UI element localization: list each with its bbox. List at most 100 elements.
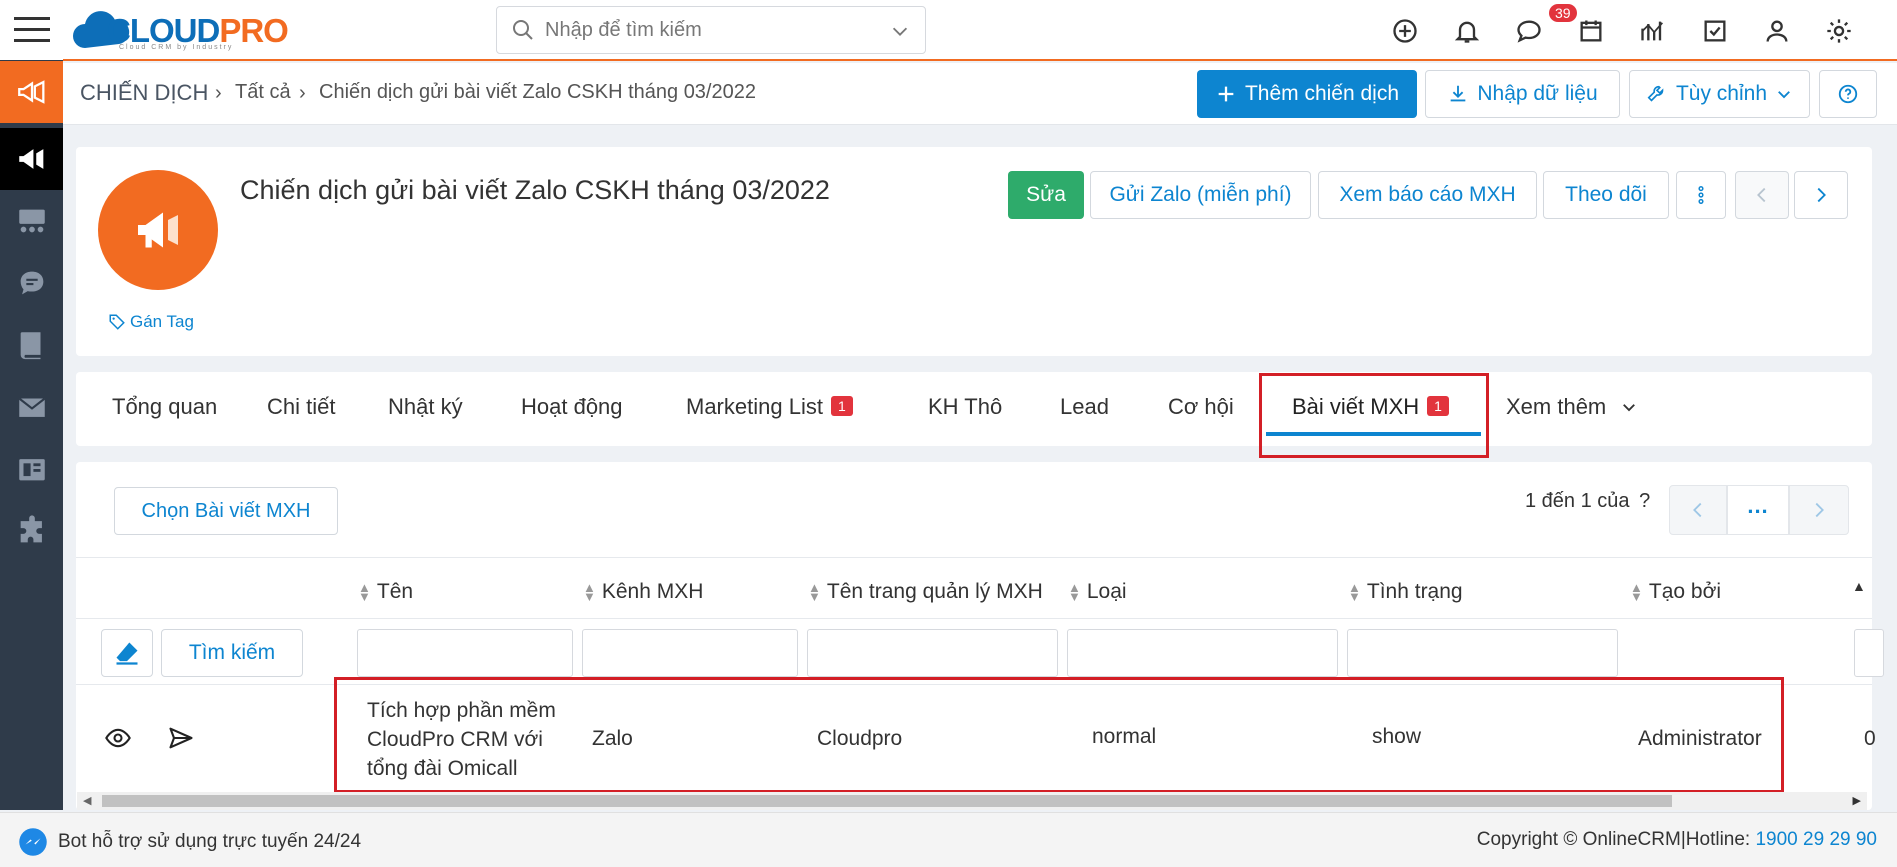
chevron-right-icon (1817, 187, 1826, 203)
tab-log[interactable]: Nhật ký (388, 394, 463, 420)
support-bot-link[interactable]: Bot hỗ trợ sử dụng trực tuyến 24/24 (18, 827, 361, 857)
customize-button[interactable]: Tùy chỉnh (1629, 70, 1810, 118)
breadcrumb-separator: › (215, 82, 222, 104)
tab-marketing-list[interactable]: Marketing List 1 (686, 394, 853, 420)
sidebar-item-phone[interactable] (0, 438, 63, 500)
filter-overflow-input[interactable] (1854, 629, 1884, 677)
sidebar-item-marketing[interactable] (0, 61, 63, 123)
sort-icon: ▲ ▼ (1630, 580, 1643, 604)
breadcrumb-level2: Chiến dịch gửi bài viết Zalo CSKH tháng … (319, 81, 756, 103)
column-header-status[interactable]: ▲ ▼ Tình trạng (1348, 580, 1463, 604)
column-header-created-by[interactable]: ▲ ▼ Tạo bởi (1630, 580, 1721, 604)
copyright: Copyright © OnlineCRM|Hotline: 1900 29 2… (1476, 829, 1877, 850)
chart-icon[interactable] (1637, 15, 1669, 47)
scroll-left-icon[interactable]: ◀ (83, 794, 91, 807)
search-input[interactable] (545, 18, 875, 42)
column-header-channel[interactable]: ▲ ▼ Kênh MXH (583, 580, 703, 604)
pager-help-icon[interactable]: ? (1639, 490, 1650, 512)
pager-more-button[interactable]: ... (1727, 485, 1789, 535)
column-header-type[interactable]: ▲ ▼ Loại (1068, 580, 1127, 604)
select-social-post-button[interactable]: Chọn Bài viết MXH (114, 487, 338, 535)
sidebar-item-email[interactable] (0, 376, 63, 438)
filter-name-input[interactable] (357, 629, 573, 677)
pager-next-button[interactable] (1789, 485, 1849, 535)
fax-icon (18, 459, 45, 481)
column-header-name[interactable]: ▲ ▼ Tên (358, 580, 413, 604)
megaphone-icon (138, 212, 178, 248)
scroll-up-icon[interactable]: ▲ (1852, 578, 1866, 594)
user-icon[interactable] (1761, 15, 1793, 47)
highlight-box-row (334, 677, 1784, 793)
highlight-box-tab (1259, 373, 1489, 458)
chat-icon[interactable] (1513, 15, 1545, 47)
column-header-page[interactable]: ▲ ▼ Tên trang quản lý MXH (808, 580, 1043, 604)
filter-status-input[interactable] (1347, 629, 1618, 677)
chevron-right-icon (1815, 502, 1824, 518)
tab-lead[interactable]: Lead (1060, 394, 1109, 420)
add-icon[interactable] (1389, 15, 1421, 47)
send-icon[interactable] (167, 724, 195, 757)
previous-record-button[interactable] (1735, 171, 1789, 219)
pager-text: 1 đến 1 của ? (1525, 490, 1651, 512)
divider (76, 557, 1872, 558)
mail-icon (18, 397, 45, 417)
pager-previous-button[interactable] (1669, 485, 1727, 535)
breadcrumb-module[interactable]: CHIẾN DỊCH (80, 80, 208, 106)
calendar-icon[interactable] (1575, 15, 1607, 47)
logo-tagline: Cloud CRM by Industry (119, 44, 234, 51)
hotline-link[interactable]: 1900 29 29 90 (1755, 829, 1877, 850)
tab-overview[interactable]: Tổng quan (112, 394, 217, 420)
vertical-dots-icon (1698, 186, 1704, 204)
add-campaign-button[interactable]: Thêm chiến dịch (1197, 70, 1417, 118)
record-avatar (98, 170, 218, 290)
edit-button[interactable]: Sửa (1008, 171, 1084, 219)
puzzle-icon (20, 515, 42, 543)
sidebar-item-plugins[interactable] (0, 500, 63, 562)
tab-more[interactable]: Xem thêm (1506, 394, 1638, 420)
bell-icon[interactable] (1451, 15, 1483, 47)
wrench-icon (1647, 85, 1664, 102)
gear-icon[interactable] (1823, 15, 1855, 47)
tag-icon (109, 314, 125, 330)
clear-filter-button[interactable] (101, 629, 153, 677)
divider (76, 618, 1872, 619)
more-actions-button[interactable] (1676, 171, 1726, 219)
search-filter-button[interactable]: Tìm kiếm (161, 629, 303, 677)
tab-detail[interactable]: Chi tiết (267, 394, 335, 420)
filter-channel-input[interactable] (582, 629, 798, 677)
send-zalo-button[interactable]: Gửi Zalo (miễn phí) (1090, 171, 1311, 219)
view-report-button[interactable]: Xem báo cáo MXH (1318, 171, 1537, 219)
scroll-right-icon[interactable]: ▶ (1853, 794, 1861, 807)
top-bar: CLOUDPRO Cloud CRM by Industry 39 (63, 0, 1897, 61)
sort-icon: ▲ ▼ (583, 580, 596, 604)
horizontal-scrollbar[interactable]: ◀ ▶ (77, 792, 1867, 810)
filter-type-input[interactable] (1067, 629, 1338, 677)
sidebar-item-customers[interactable] (0, 190, 63, 252)
megaphone-filled-icon (18, 149, 43, 169)
filter-page-input[interactable] (807, 629, 1058, 677)
sidebar-item-knowledge[interactable] (0, 314, 63, 376)
follow-button[interactable]: Theo dõi (1543, 171, 1669, 219)
import-data-button[interactable]: Nhập dữ liệu (1425, 70, 1620, 118)
tab-raw-customers[interactable]: KH Thô (928, 394, 1002, 420)
chevron-left-icon (1757, 187, 1766, 203)
tab-activity[interactable]: Hoạt động (521, 394, 623, 420)
breadcrumb-separator: › (299, 82, 306, 104)
sidebar (0, 0, 63, 810)
view-icon[interactable] (104, 724, 132, 757)
next-record-button[interactable] (1794, 171, 1848, 219)
logo[interactable]: CLOUDPRO Cloud CRM by Industry (71, 4, 301, 54)
sidebar-item-chat[interactable] (0, 252, 63, 314)
help-button[interactable] (1819, 70, 1877, 118)
footer: Bot hỗ trợ sử dụng trực tuyến 24/24 Copy… (0, 812, 1897, 867)
sort-icon: ▲ ▼ (808, 580, 821, 604)
task-icon[interactable] (1699, 15, 1731, 47)
sidebar-item-campaign[interactable] (0, 128, 63, 190)
breadcrumb-level1[interactable]: Tất cả (235, 81, 291, 104)
add-tag-link[interactable]: Gán Tag (108, 312, 194, 332)
chevron-down-icon[interactable] (889, 20, 911, 42)
tab-opportunity[interactable]: Cơ hội (1168, 394, 1234, 420)
global-search[interactable] (496, 6, 926, 54)
scrollbar-thumb[interactable] (102, 795, 1672, 807)
menu-icon[interactable] (0, 0, 63, 60)
